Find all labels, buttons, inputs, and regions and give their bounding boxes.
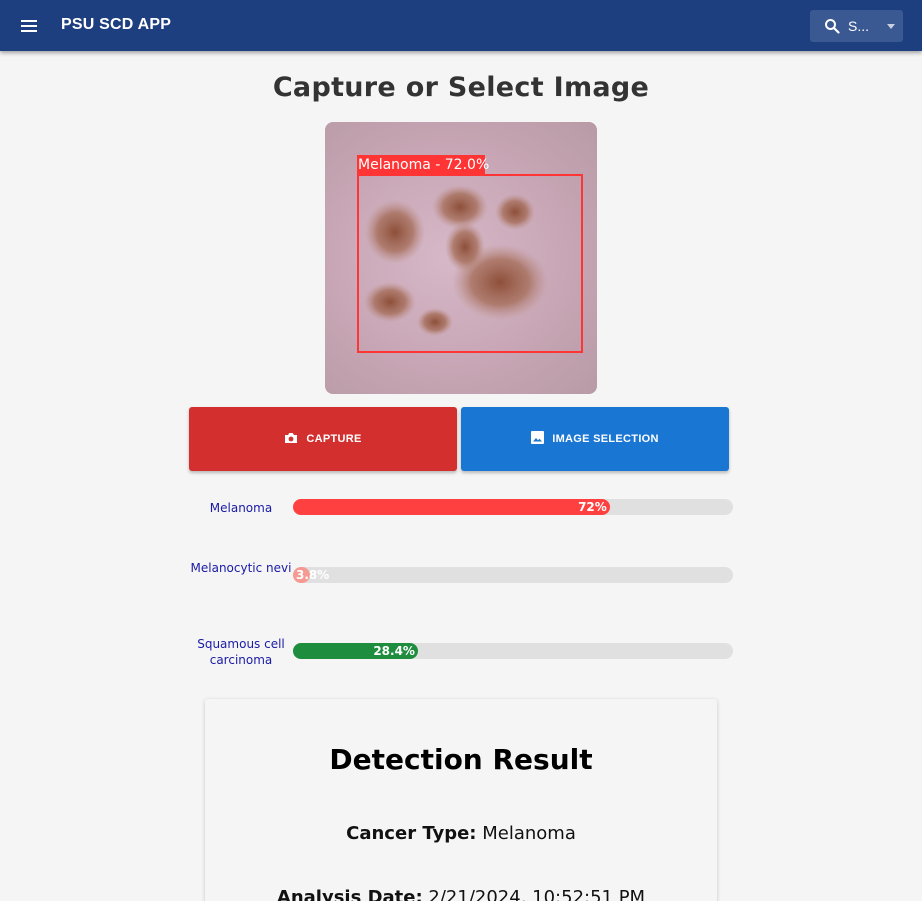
capture-button[interactable]: CAPTURE	[189, 407, 457, 471]
app-bar: PSU SCD APP S...	[0, 0, 922, 51]
lesion-image: Melanoma - 72.0%	[325, 122, 597, 394]
cancer-type-line: Cancer Type: Melanoma	[205, 823, 717, 844]
image-selection-button[interactable]: IMAGE SELECTION	[461, 407, 729, 471]
app-title: PSU SCD APP	[61, 16, 172, 33]
analysis-date-value: 2/21/2024, 10:52:51 PM	[428, 887, 646, 901]
prediction-bar-melanocytic-nevi: 3.8%	[293, 567, 733, 583]
result-title: Detection Result	[329, 743, 593, 776]
prediction-bar-melanoma: 72%	[293, 499, 733, 515]
prediction-label-melanocytic-nevi: Melanocytic nevi	[190, 561, 292, 575]
search-text: S...	[848, 18, 870, 34]
image-selection-label: IMAGE SELECTION	[552, 433, 659, 445]
prediction-label-melanoma: Melanoma	[209, 501, 273, 515]
analysis-date-line: Analysis Date: 2/21/2024, 10:52:51 PM	[205, 887, 717, 901]
prediction-label-squamous-cell-carcinoma: Squamous cell carcinoma	[197, 637, 285, 667]
cancer-type-value: Melanoma	[482, 823, 576, 844]
prediction-bar-squamous-cell-carcinoma: 28.4%	[293, 643, 733, 659]
detection-result-card: Detection Result Cancer Type: Melanoma A…	[205, 699, 717, 901]
prediction-fill-melanoma	[293, 499, 610, 515]
camera-icon	[284, 432, 298, 447]
page-title: Capture or Select Image	[272, 72, 650, 103]
analysis-date-label: Analysis Date:	[276, 887, 423, 901]
prediction-percent-squamous-cell-carcinoma: 28.4%	[373, 644, 415, 658]
image-icon	[531, 431, 545, 447]
cancer-type-label: Cancer Type:	[346, 823, 477, 844]
search-icon	[824, 18, 840, 39]
chevron-down-icon	[887, 24, 895, 29]
menu-icon[interactable]	[16, 13, 42, 39]
search-select[interactable]: S...	[810, 10, 903, 42]
detection-label: Melanoma - 72.0%	[358, 157, 489, 173]
capture-label: CAPTURE	[306, 433, 362, 445]
prediction-percent-melanoma: 72%	[578, 500, 607, 514]
prediction-percent-melanocytic-nevi: 3.8%	[296, 568, 330, 582]
